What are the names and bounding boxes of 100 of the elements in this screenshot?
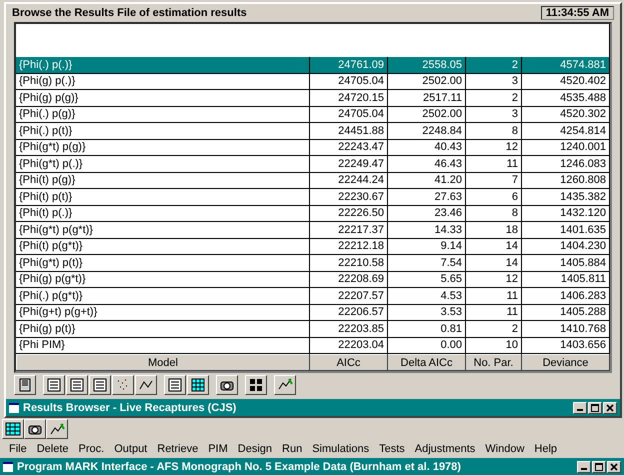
- table-cell: 8: [466, 122, 522, 139]
- line-chart-icon[interactable]: [135, 375, 157, 395]
- table-row[interactable]: {Phi(.) p(.)} 24761.09 2558.05 2 4574.881: [16, 56, 610, 73]
- table-cell: 1405.884: [522, 254, 610, 271]
- column-header[interactable]: Delta AICc: [388, 354, 466, 370]
- table-cell: 41.20: [388, 172, 466, 188]
- maximize-icon: [591, 404, 599, 412]
- table-row[interactable]: {Phi(t) p(g)} 22244.24 41.20 7 1260.808: [16, 172, 610, 188]
- menu-item[interactable]: Simulations: [307, 443, 374, 455]
- table-cell: 23.46: [388, 205, 466, 222]
- table-row[interactable]: {Phi(g*t) p(g)} 22243.47 40.43 12 1240.001: [16, 139, 610, 156]
- table-cell: 4.53: [388, 288, 466, 304]
- maximize-icon: [595, 462, 603, 470]
- column-header[interactable]: No. Par.: [466, 354, 522, 370]
- lines-icon[interactable]: [66, 375, 88, 395]
- table-row[interactable]: {Phi(g) p(g*t)} 22208.69 5.65 12 1405.811: [16, 271, 610, 288]
- table-cell: 2558.05: [388, 56, 466, 73]
- table-cell: 24705.04: [310, 73, 388, 90]
- table-icon[interactable]: [187, 375, 209, 395]
- window-icon: [3, 462, 13, 472]
- menu-item[interactable]: Delete: [32, 443, 74, 455]
- table-cell: 4574.881: [522, 56, 610, 73]
- lines-icon[interactable]: [89, 375, 111, 395]
- monitor-icon[interactable]: [14, 375, 36, 395]
- menu-item[interactable]: Help: [529, 443, 562, 455]
- table-row[interactable]: {Phi(g) p(g)} 24720.15 2517.11 2 4535.488: [16, 90, 610, 106]
- table-row[interactable]: {Phi(g+t) p(g+t)} 22206.57 3.53 11 1405.288: [16, 304, 610, 320]
- table-cell: 0.00: [388, 337, 466, 354]
- table-cell: 9.14: [388, 238, 466, 254]
- table-cell: 10: [466, 337, 522, 354]
- table-cell: 22249.47: [310, 156, 388, 172]
- table-cell: 2: [466, 320, 522, 337]
- table-cell: 46.43: [388, 156, 466, 172]
- column-header[interactable]: Deviance: [522, 354, 610, 370]
- table-row[interactable]: {Phi(t) p(t)} 22230.67 27.63 6 1435.382: [16, 188, 610, 205]
- menu-item[interactable]: Retrieve: [152, 443, 204, 455]
- table-cell: 2517.11: [388, 90, 466, 106]
- minimize-icon: [577, 409, 583, 411]
- graph-icon[interactable]: [46, 419, 68, 439]
- table-cell: {Phi(t) p(g*t)}: [16, 238, 310, 254]
- menu-item[interactable]: Window: [480, 443, 530, 455]
- close-button[interactable]: [607, 460, 621, 472]
- column-header[interactable]: Model: [16, 354, 310, 370]
- table-cell: 24720.15: [310, 90, 388, 106]
- table-cell: 3.53: [388, 304, 466, 320]
- graph-icon[interactable]: [274, 375, 296, 395]
- table-row[interactable]: {Phi(t) p(g*t)} 22212.18 9.14 14 1404.230: [16, 238, 610, 254]
- table-cell: 1240.001: [522, 139, 610, 156]
- table-row[interactable]: {Phi(g) p(.)} 24705.04 2502.00 3 4520.402: [16, 73, 610, 90]
- table-cell: 22203.85: [310, 320, 388, 337]
- column-header[interactable]: AICc: [310, 354, 388, 370]
- table-cell: 1260.808: [522, 172, 610, 188]
- camera-icon[interactable]: [216, 375, 238, 395]
- table-cell: 6: [466, 188, 522, 205]
- table-tool-icon[interactable]: [2, 419, 24, 439]
- table-cell: 1405.811: [522, 271, 610, 288]
- table-cell: 22206.57: [310, 304, 388, 320]
- table-row[interactable]: {Phi PIM} 22203.04 0.00 10 1403.656: [16, 337, 610, 354]
- table-cell: 3: [466, 106, 522, 122]
- minimize-button[interactable]: [573, 402, 587, 414]
- table-row[interactable]: {Phi(t) p(.)} 22226.50 23.46 8 1432.120: [16, 205, 610, 222]
- list-icon[interactable]: [164, 375, 186, 395]
- menu-item[interactable]: Run: [277, 443, 308, 455]
- menu-item[interactable]: Output: [109, 443, 152, 455]
- table-cell: {Phi(.) p(.)}: [16, 56, 310, 73]
- table-row[interactable]: {Phi(g*t) p(.)} 22249.47 46.43 11 1246.083: [16, 156, 610, 172]
- close-button[interactable]: [603, 402, 617, 414]
- table-row[interactable]: {Phi(.) p(g*t)} 22207.57 4.53 11 1406.283: [16, 288, 610, 304]
- table-row[interactable]: {Phi(g*t) p(t)} 22210.58 7.54 14 1405.884: [16, 254, 610, 271]
- table-row[interactable]: {Phi(g) p(t)} 22203.85 0.81 2 1410.768: [16, 320, 610, 337]
- maximize-button[interactable]: [588, 402, 602, 414]
- table-cell: 4254.814: [522, 122, 610, 139]
- table-row[interactable]: {Phi(g*t) p(g*t)} 22217.37 14.33 18 1401.635: [16, 222, 610, 238]
- menu-item[interactable]: Design: [232, 443, 278, 455]
- table-cell: {Phi(g*t) p(g)}: [16, 139, 310, 156]
- menu-item[interactable]: Tests: [374, 443, 410, 455]
- window-icon: [9, 402, 19, 412]
- table-row[interactable]: {Phi(.) p(t)} 24451.88 2248.84 8 4254.814: [16, 122, 610, 139]
- table-row[interactable]: {Phi(.) p(g)} 24705.04 2502.00 3 4520.302: [16, 106, 610, 122]
- table-cell: {Phi PIM}: [16, 337, 310, 354]
- table-cell: {Phi(.) p(g)}: [16, 106, 310, 122]
- table-cell: {Phi(t) p(g)}: [16, 172, 310, 188]
- menu-item[interactable]: Adjustments: [410, 443, 480, 455]
- menu-item[interactable]: File: [4, 443, 32, 455]
- table-cell: 22230.67: [310, 188, 388, 205]
- status-time: 11:34:55 AM: [540, 6, 614, 20]
- table-cell: {Phi(.) p(g*t)}: [16, 288, 310, 304]
- maximize-button[interactable]: [592, 460, 606, 472]
- grid-icon[interactable]: [245, 375, 267, 395]
- window-title: Program MARK Interface - AFS Monograph No. 5 Example Data (Burnham et al. 1978): [17, 460, 462, 472]
- camera-icon[interactable]: [24, 419, 46, 439]
- table-cell: 1432.120: [522, 205, 610, 222]
- lines-icon[interactable]: [43, 375, 65, 395]
- menu-item[interactable]: PIM: [203, 443, 233, 455]
- scatter-icon[interactable]: [112, 375, 134, 395]
- menu-item[interactable]: Proc.: [74, 443, 110, 455]
- table-cell: 22243.47: [310, 139, 388, 156]
- minimize-button[interactable]: [577, 460, 591, 472]
- table-cell: 14: [466, 238, 522, 254]
- table-cell: 1405.288: [522, 304, 610, 320]
